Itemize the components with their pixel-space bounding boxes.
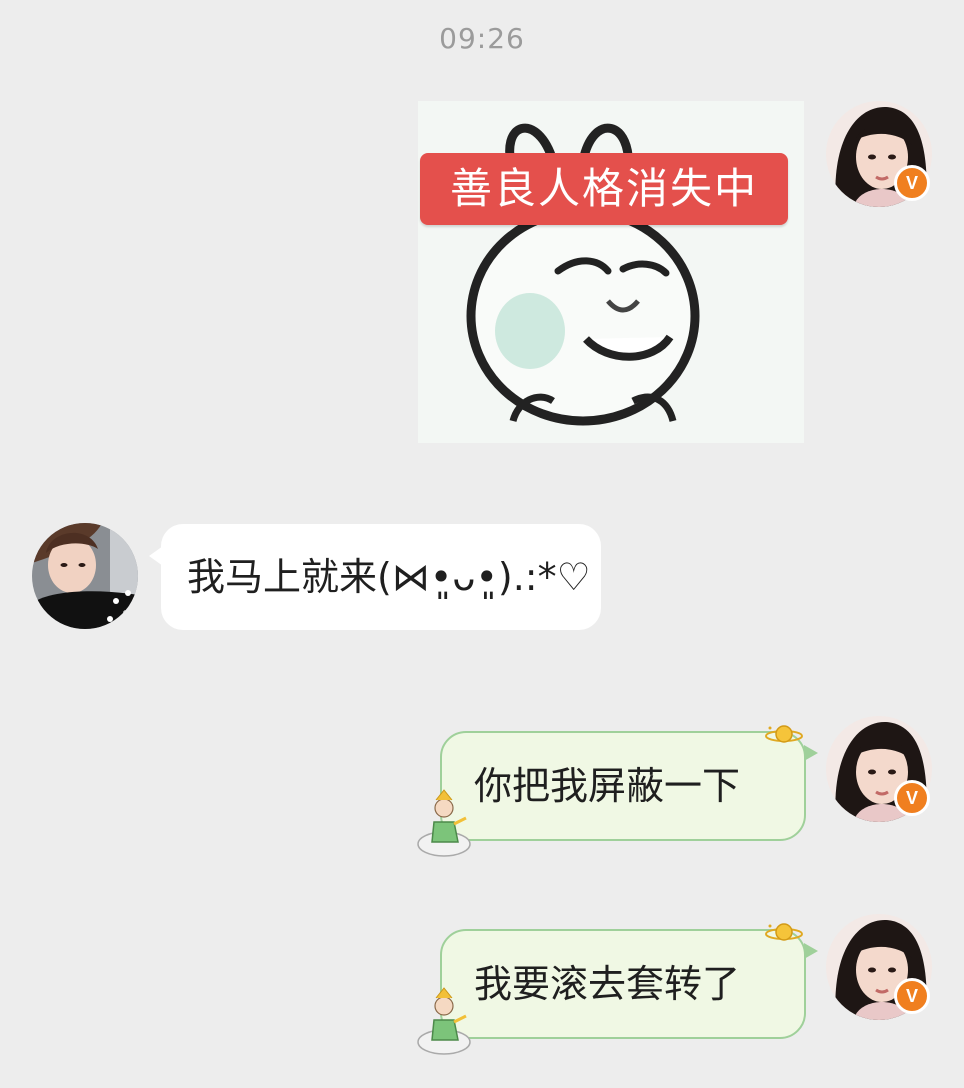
little-prince-decoration-icon <box>417 987 471 1055</box>
avatar-contact[interactable] <box>32 523 138 629</box>
little-prince-decoration-icon <box>417 789 471 857</box>
message-sticker[interactable]: 善良人格消失中 <box>418 101 804 443</box>
verified-badge-icon: V <box>894 780 930 816</box>
sticker-banner-text: 善良人格消失中 <box>420 153 788 225</box>
avatar-self[interactable]: V <box>826 914 932 1020</box>
verified-badge-icon: V <box>894 165 930 201</box>
planet-decoration-icon <box>765 923 803 941</box>
message-bubble-incoming[interactable]: 我马上就来(⋈•͈ᴗ•͈).:*♡ <box>149 524 601 630</box>
verified-badge-icon: V <box>894 978 930 1014</box>
message-bubble-outgoing[interactable]: 我要滚去套转了 <box>440 929 818 1039</box>
planet-decoration-icon <box>765 725 803 743</box>
avatar-self[interactable]: V <box>826 716 932 822</box>
avatar-portrait <box>32 523 138 629</box>
avatar-self[interactable]: V <box>826 101 932 207</box>
chat-timestamp: 09:26 <box>439 22 525 55</box>
message-bubble-outgoing[interactable]: 你把我屏蔽一下 <box>440 731 818 841</box>
